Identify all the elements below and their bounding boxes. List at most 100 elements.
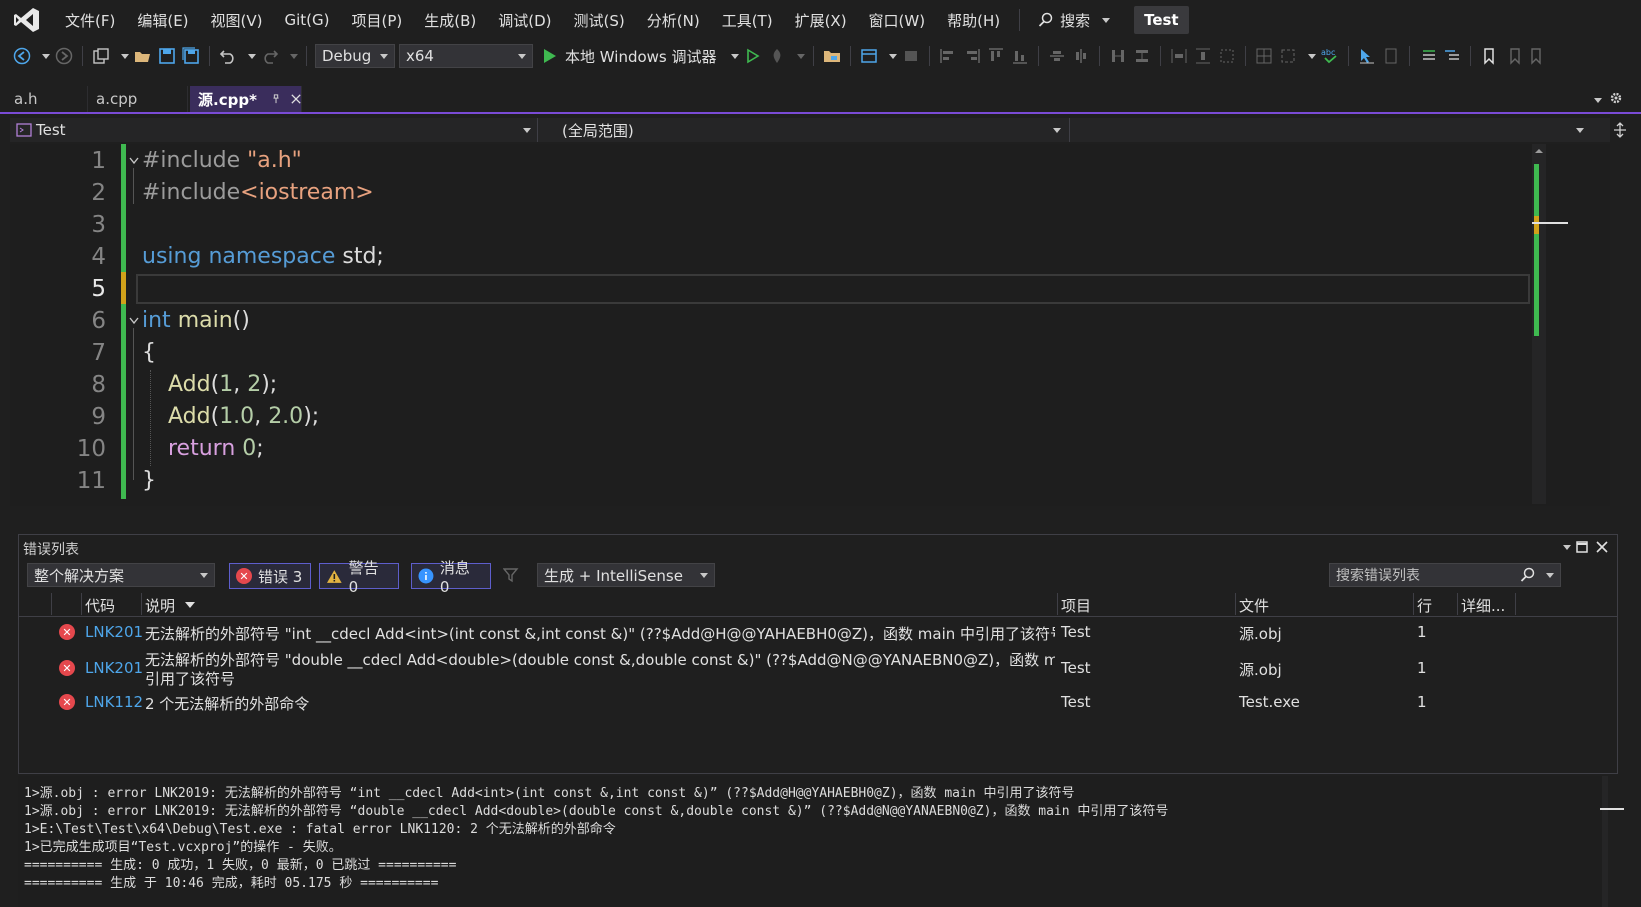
redo-icon[interactable] bbox=[260, 46, 280, 66]
tab-source-cpp[interactable]: 源.cpp* bbox=[190, 86, 302, 112]
chevron-down-icon[interactable] bbox=[290, 53, 298, 59]
table-row[interactable]: ✕ LNK2019 无法解析的外部符号 "double __cdecl Add<… bbox=[19, 649, 1617, 689]
space-even-horizontal-icon[interactable] bbox=[1108, 46, 1128, 66]
solution-configuration-select[interactable]: Debug bbox=[315, 44, 395, 68]
config-value: Debug bbox=[322, 47, 372, 65]
grid-icon[interactable] bbox=[1254, 46, 1274, 66]
align-right-icon[interactable] bbox=[962, 46, 982, 66]
open-folder-icon[interactable] bbox=[133, 46, 153, 66]
column-header-file[interactable]: 文件 bbox=[1239, 595, 1269, 616]
tab-a-h[interactable]: a.h bbox=[6, 86, 88, 112]
panel-menu-chevron-icon[interactable] bbox=[1563, 545, 1571, 550]
error-code-link[interactable]: LNK2019 bbox=[85, 659, 143, 677]
toolbar-disabled-icon[interactable] bbox=[901, 46, 921, 66]
close-icon[interactable] bbox=[291, 93, 301, 105]
scroll-up-icon[interactable] bbox=[1532, 146, 1546, 156]
table-row[interactable]: ✕ LNK1120 2 个无法解析的外部命令 Test Test.exe 1 bbox=[19, 689, 1617, 719]
chevron-down-icon[interactable] bbox=[121, 53, 129, 59]
table-row[interactable]: ✕ LNK2019 无法解析的外部符号 "int __cdecl Add<int… bbox=[19, 619, 1617, 649]
pin-icon[interactable] bbox=[271, 93, 281, 105]
center-vertical-icon[interactable] bbox=[1071, 46, 1091, 66]
menu-debug[interactable]: 调试(D) bbox=[487, 10, 562, 31]
menu-build[interactable]: 生成(B) bbox=[413, 10, 487, 31]
start-debugging-button[interactable]: 本地 Windows 调试器 bbox=[543, 46, 739, 67]
window-layout-icon[interactable] bbox=[859, 46, 879, 66]
error-scope-select[interactable]: 整个解决方案 bbox=[27, 563, 215, 587]
menu-git[interactable]: Git(G) bbox=[274, 11, 341, 29]
previous-bookmark-icon[interactable] bbox=[1503, 46, 1523, 66]
error-code-link[interactable]: LNK1120 bbox=[85, 693, 143, 711]
menu-edit[interactable]: 编辑(E) bbox=[126, 10, 199, 31]
gear-icon[interactable] bbox=[1609, 91, 1623, 105]
warnings-filter-button[interactable]: 警告 0 bbox=[319, 559, 399, 596]
bookmark-icon[interactable] bbox=[1479, 46, 1499, 66]
align-top-icon[interactable] bbox=[986, 46, 1006, 66]
column-header-description[interactable]: 说明 bbox=[145, 595, 175, 616]
split-window-icon[interactable] bbox=[1613, 122, 1627, 138]
code-editor[interactable]: 1 2 3 4 5 6 7 8 9 10 11 #include "a.h" #… bbox=[10, 144, 1610, 506]
solution-platform-select[interactable]: x64 bbox=[399, 44, 533, 68]
chevron-down-icon[interactable] bbox=[42, 53, 50, 59]
collapse-chevron-icon[interactable] bbox=[128, 316, 140, 326]
maximize-icon[interactable] bbox=[1576, 541, 1588, 553]
save-icon[interactable] bbox=[157, 46, 177, 66]
comment-lines-icon[interactable] bbox=[1418, 46, 1438, 66]
menu-window[interactable]: 窗口(W) bbox=[858, 10, 937, 31]
editor-vertical-scrollbar[interactable] bbox=[1532, 144, 1568, 504]
tab-order-icon[interactable] bbox=[1278, 46, 1298, 66]
member-select[interactable] bbox=[1070, 118, 1590, 142]
chevron-down-icon[interactable] bbox=[248, 53, 256, 59]
search-button[interactable]: 搜索 bbox=[1028, 10, 1120, 31]
make-same-width-icon[interactable] bbox=[1169, 46, 1189, 66]
output-vertical-scrollbar[interactable] bbox=[1600, 776, 1624, 907]
column-header-code[interactable]: 代码 bbox=[85, 595, 115, 616]
menu-extensions[interactable]: 扩展(X) bbox=[784, 10, 858, 31]
next-bookmark-icon[interactable] bbox=[1527, 46, 1547, 66]
uncomment-lines-icon[interactable] bbox=[1442, 46, 1462, 66]
column-header-line[interactable]: 行 bbox=[1417, 595, 1432, 616]
member-scope-select[interactable]: (全局范围) bbox=[538, 118, 1070, 142]
menu-tools[interactable]: 工具(T) bbox=[711, 10, 784, 31]
undo-icon[interactable] bbox=[218, 46, 238, 66]
menu-analyze[interactable]: 分析(N) bbox=[636, 10, 711, 31]
menu-file[interactable]: 文件(F) bbox=[54, 10, 126, 31]
center-horizontal-icon[interactable] bbox=[1047, 46, 1067, 66]
make-same-height-icon[interactable] bbox=[1193, 46, 1213, 66]
align-left-icon[interactable] bbox=[938, 46, 958, 66]
chevron-down-icon[interactable] bbox=[1307, 53, 1316, 59]
align-bottom-icon[interactable] bbox=[1010, 46, 1030, 66]
hot-reload-icon[interactable] bbox=[767, 46, 787, 66]
space-even-vertical-icon[interactable] bbox=[1132, 46, 1152, 66]
collapse-chevron-icon[interactable] bbox=[128, 156, 140, 166]
chevron-down-icon[interactable] bbox=[888, 53, 897, 59]
filter-icon[interactable] bbox=[503, 567, 521, 585]
column-header-detail[interactable]: 详细... bbox=[1461, 595, 1505, 616]
output-window[interactable]: 1>源.obj : error LNK2019: 无法解析的外部符号 “int … bbox=[18, 776, 1624, 907]
error-code-link[interactable]: LNK2019 bbox=[85, 623, 143, 641]
tab-a-cpp[interactable]: a.cpp bbox=[88, 86, 188, 112]
spell-check-icon[interactable]: abc bbox=[1320, 46, 1340, 66]
project-scope-select[interactable]: Test bbox=[10, 118, 538, 142]
messages-filter-button[interactable]: 消息 0 bbox=[411, 559, 491, 596]
menu-test[interactable]: 测试(S) bbox=[563, 10, 636, 31]
new-project-icon[interactable] bbox=[91, 46, 111, 66]
save-all-icon[interactable] bbox=[181, 46, 201, 66]
error-list-search-input[interactable]: 搜索错误列表 bbox=[1329, 563, 1561, 587]
format-document-icon[interactable] bbox=[1381, 46, 1401, 66]
column-header-project[interactable]: 项目 bbox=[1061, 595, 1091, 616]
navigate-forward-icon[interactable] bbox=[54, 46, 74, 66]
tab-overflow-chevron-icon[interactable] bbox=[1594, 98, 1602, 103]
start-without-debugging-icon[interactable] bbox=[743, 46, 763, 66]
select-tool-icon[interactable] bbox=[1357, 46, 1377, 66]
errors-filter-button[interactable]: ✕ 错误 3 bbox=[229, 563, 311, 589]
make-same-size-icon[interactable] bbox=[1217, 46, 1237, 66]
menu-help[interactable]: 帮助(H) bbox=[936, 10, 1011, 31]
chevron-down-icon[interactable] bbox=[796, 53, 805, 59]
navigate-back-icon[interactable] bbox=[12, 46, 32, 66]
menu-view[interactable]: 视图(V) bbox=[200, 10, 274, 31]
solution-explorer-icon[interactable] bbox=[822, 46, 842, 66]
menu-project[interactable]: 项目(P) bbox=[341, 10, 414, 31]
close-icon[interactable] bbox=[1596, 541, 1608, 553]
code-line: { bbox=[142, 340, 156, 365]
build-source-select[interactable]: 生成 + IntelliSense bbox=[537, 563, 715, 587]
